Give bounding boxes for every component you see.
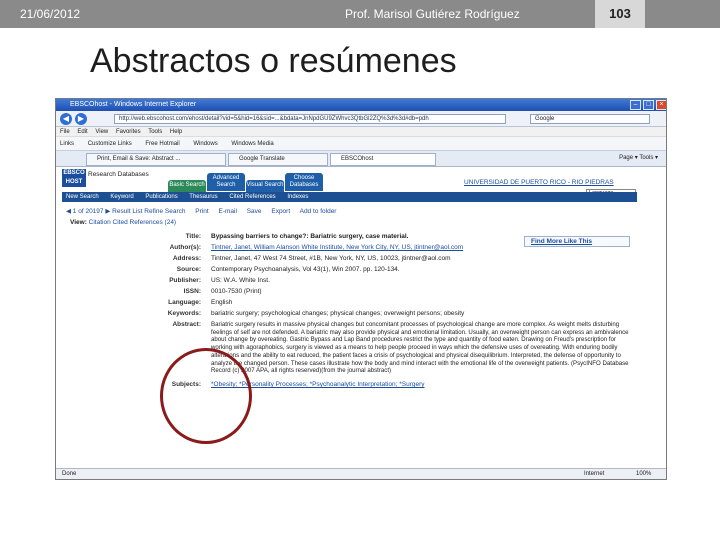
record-field-value[interactable]: *Obesity; *Personality Processes; *Psych… (211, 381, 631, 388)
record-navigation[interactable]: ◀ 1 of 20197 ▶ Result List Refine Search (66, 208, 185, 215)
record-row: ISSN: 0010-7530 (Print) (74, 288, 638, 295)
tools-menu[interactable]: Page ▾ Tools ▾ (619, 154, 658, 161)
browser-tab[interactable]: Google Translate (228, 153, 328, 166)
record-field-label: Author(s): (169, 244, 201, 251)
menu-item[interactable]: Favorites (116, 129, 141, 135)
window-titlebar: EBSCOhost - Windows Internet Explorer – … (56, 99, 666, 111)
record-field-label: Publisher: (169, 277, 201, 284)
status-zoom[interactable]: 100% (636, 469, 651, 479)
record-row: Abstract: Bariatric surgery results in ma… (74, 321, 638, 375)
record-field-value: Contemporary Psychoanalysis, Vol 43(1), … (211, 266, 400, 273)
add-to-folder-button[interactable]: Add to folder (300, 208, 337, 215)
record-field-value: 0010-7530 (Print) (211, 288, 262, 295)
link-item[interactable]: Links (60, 141, 74, 147)
tabs-bar: Print, Email & Save: Abstract ... Google… (56, 151, 666, 167)
menu-item[interactable]: Help (170, 129, 182, 135)
email-button[interactable]: E-mail (218, 208, 236, 215)
record-field-label: Keywords: (167, 310, 201, 317)
link-item[interactable]: Customize Links (88, 141, 132, 147)
record-field-value: US: W.A. White Inst. (211, 277, 270, 284)
view-label: View: (70, 219, 87, 226)
window-title: EBSCOhost - Windows Internet Explorer (70, 101, 197, 108)
links-bar: Links Customize Links Free Hotmail Windo… (56, 137, 666, 151)
university-link[interactable]: UNIVERSIDAD DE PUERTO RICO - RIO PIEDRAS (464, 179, 614, 186)
status-zone: Internet (584, 471, 605, 477)
ebsco-nav-bar: New Search Keyword Publications Thesauru… (62, 192, 637, 202)
status-bar: Done Internet 100% (56, 468, 666, 479)
nav-item[interactable]: New Search (66, 194, 99, 200)
link-item[interactable]: Free Hotmail (145, 141, 179, 147)
record-field-value: Bypassing barriers to change?: Bariatric… (211, 233, 409, 240)
record-row: Keywords: bariatric surgery; psychologica… (74, 310, 638, 317)
tab-advanced-search[interactable]: Advanced Search (207, 173, 245, 191)
record-row: Title: Bypassing barriers to change?: Bar… (74, 233, 638, 240)
record-field-label: Address: (172, 255, 201, 262)
close-icon[interactable]: × (656, 100, 666, 110)
print-button[interactable]: Print (195, 208, 208, 215)
maximize-icon[interactable]: □ (643, 100, 654, 110)
record-row: Language: English (74, 299, 638, 306)
nav-item[interactable]: Thesaurus (189, 194, 217, 200)
menu-item[interactable]: File (60, 129, 70, 135)
ebsco-page: EBSCO HOST Research Databases Basic Sear… (56, 167, 666, 461)
record-row: Subjects: *Obesity; *Personality Processe… (74, 381, 638, 388)
browser-screenshot: EBSCOhost - Windows Internet Explorer – … (55, 98, 667, 480)
browser-tab-active[interactable]: EBSCOhost (330, 153, 436, 166)
back-icon[interactable]: ◀ (60, 113, 72, 125)
record-field-value[interactable]: Tintner, Janet, William Alanson White In… (211, 244, 631, 251)
slide-title: Abstractos o resúmenes (90, 42, 457, 80)
menu-item[interactable]: View (95, 129, 108, 135)
menu-item[interactable]: Tools (148, 129, 162, 135)
link-item[interactable]: Windows Media (231, 141, 273, 147)
logo-subtitle: Research Databases (88, 171, 149, 178)
address-bar: ◀ ▶ http://web.ebscohost.com/ehost/detai… (56, 111, 666, 127)
record-row: Author(s): Tintner, Janet, William Alanso… (74, 244, 638, 251)
slide-author: Prof. Marisol Gutiérez Rodríguez (345, 7, 520, 21)
link-item[interactable]: Windows (193, 141, 217, 147)
minimize-icon[interactable]: – (630, 100, 641, 110)
nav-item[interactable]: Publications (145, 194, 177, 200)
nav-item[interactable]: Keyword (110, 194, 133, 200)
ebsco-logo: EBSCO HOST (62, 169, 86, 187)
record-field-label: Language: (168, 299, 201, 306)
view-row: View: Citation Cited References (24) (70, 219, 176, 226)
record-field-label: Title: (185, 233, 201, 240)
record-field-value: Tintner, Janet, 47 West 74 Street, #1B, … (211, 255, 451, 262)
tab-choose-databases[interactable]: Choose Databases (285, 173, 323, 191)
slide-date: 21/06/2012 (20, 7, 81, 21)
export-button[interactable]: Export (271, 208, 290, 215)
menu-bar: File Edit View Favorites Tools Help (56, 127, 666, 137)
menu-item[interactable]: Edit (77, 129, 87, 135)
record-field-value: bariatric surgery; psychological changes… (211, 310, 465, 317)
browser-tab[interactable]: Print, Email & Save: Abstract ... (86, 153, 226, 166)
save-button[interactable]: Save (247, 208, 262, 215)
slide-header-bar: 21/06/2012 Prof. Marisol Gutiérez Rodríg… (0, 0, 720, 28)
record-row: Address: Tintner, Janet, 47 West 74 Stree… (74, 255, 638, 262)
url-input[interactable]: http://web.ebscohost.com/ehost/detail?vi… (114, 114, 506, 124)
record-row: Source: Contemporary Psychoanalysis, Vol … (74, 266, 638, 273)
search-input[interactable]: Google (530, 114, 650, 124)
record-details: Title: Bypassing barriers to change?: Bar… (74, 233, 638, 392)
record-row: Publisher: US: W.A. White Inst. (74, 277, 638, 284)
nav-item[interactable]: Cited References (229, 194, 275, 200)
record-field-value: English (211, 299, 233, 306)
status-text: Done (62, 471, 77, 477)
forward-icon[interactable]: ▶ (75, 113, 87, 125)
annotation-circle (160, 348, 252, 444)
record-field-label: Source: (176, 266, 201, 273)
view-options[interactable]: Citation Cited References (24) (89, 219, 176, 226)
nav-item[interactable]: Indexes (287, 194, 308, 200)
record-field-label: ISSN: (183, 288, 201, 295)
slide-page-number: 103 (595, 0, 645, 28)
record-toolbar: ◀ 1 of 20197 ▶ Result List Refine Search… (66, 207, 344, 215)
record-field-value: Bariatric surgery results in massive phy… (211, 321, 629, 375)
